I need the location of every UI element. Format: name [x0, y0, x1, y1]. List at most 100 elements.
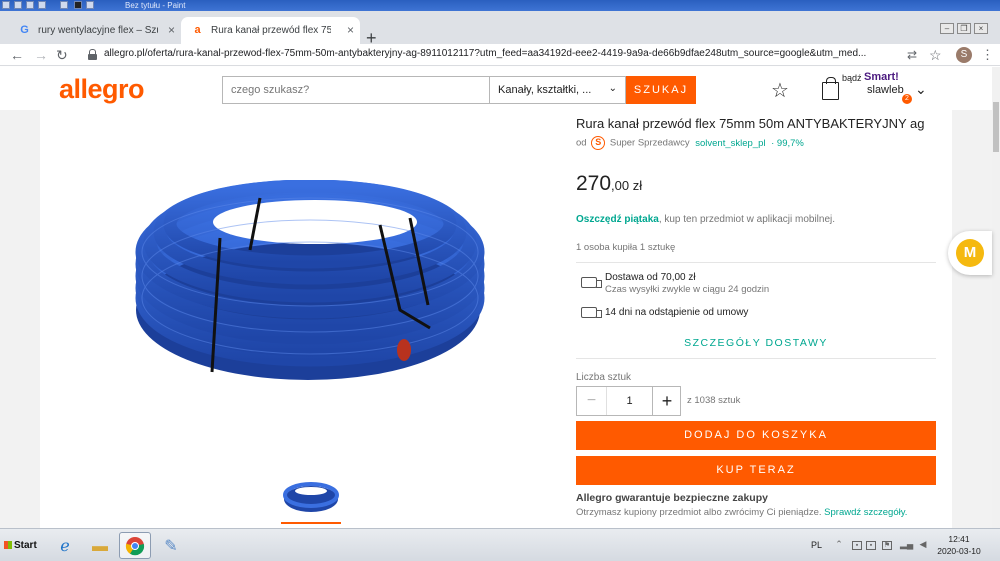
floating-assistant-badge[interactable]: M: [948, 231, 992, 275]
guarantee-description: Otrzymasz kupiony przedmiot albo zwrócim…: [576, 507, 822, 518]
scrollbar-thumb[interactable]: [993, 102, 999, 152]
delivery-truck-icon: [581, 277, 602, 288]
search-input[interactable]: czego szukasz?: [222, 76, 490, 104]
address-bar[interactable]: allegro.pl/oferta/rura-kanal-przewod-fle…: [80, 45, 950, 65]
tab-google-search[interactable]: G rury wentylacyjne flex – Szukaj w Go ×: [8, 17, 181, 44]
username[interactable]: slawleb: [867, 84, 904, 96]
guarantee-details-link[interactable]: Sprawdź szczegóły.: [824, 507, 907, 518]
delivery-details-link[interactable]: SZCZEGÓŁY DOSTAWY: [576, 337, 936, 349]
price-fraction: ,00 zł: [611, 178, 643, 193]
super-seller-label: Super Sprzedawcy: [609, 137, 690, 149]
quantity-stepper: − 1 +: [576, 386, 681, 416]
quantity-available: z 1038 sztuk: [687, 395, 741, 406]
divider: [576, 358, 936, 359]
action-center-icon[interactable]: ⚑: [882, 541, 892, 550]
internet-explorer-icon[interactable]: ℯ: [49, 532, 81, 559]
site-header: allegro czego szukasz? Kanały, kształtki…: [0, 67, 992, 110]
quantity-input[interactable]: 1: [607, 387, 652, 415]
seller-info: od S Super Sprzedawcy solvent_sklep_pl ·…: [576, 136, 804, 150]
cart-bag-icon[interactable]: [822, 77, 839, 100]
reload-icon[interactable]: ↻: [56, 46, 68, 64]
allegro-logo[interactable]: allegro: [59, 74, 145, 105]
restore-button[interactable]: ❐: [957, 23, 971, 34]
tray-app-icon[interactable]: ▪: [852, 541, 862, 550]
network-signal-icon[interactable]: ▂▄: [900, 540, 913, 550]
chevron-down-icon[interactable]: ⌄: [915, 81, 927, 98]
guarantee-title: Allegro gwarantuje bezpieczne zakupy: [576, 492, 768, 504]
close-tab-icon[interactable]: ×: [347, 17, 354, 44]
windows-taskbar: Start ℯ ▬ ✎ PL ⌃ ▪ ▪ ⚑ ▂▄ ◀ 12:41 2020-0…: [0, 528, 1000, 561]
translate-icon[interactable]: ⇄: [907, 47, 917, 63]
quick-access-icon[interactable]: [86, 1, 94, 9]
offer-price: 270,00 zł: [576, 172, 642, 196]
promo-text: , kup ten przedmiot w aplikacji mobilnej…: [658, 214, 836, 225]
volume-icon[interactable]: ◀: [918, 540, 928, 550]
close-tab-icon[interactable]: ×: [168, 17, 175, 44]
lock-icon: [88, 49, 97, 60]
price-main: 270: [576, 172, 612, 195]
seller-prefix: od: [576, 137, 587, 149]
page-scrollbar[interactable]: [992, 67, 1000, 528]
tab-allegro-offer[interactable]: a Rura kanał przewód flex 75mm 50m ×: [181, 17, 360, 44]
super-seller-icon: S: [591, 136, 606, 150]
menu-kebab-icon[interactable]: ⋮: [981, 47, 994, 63]
tab-label: rury wentylacyjne flex – Szukaj w Go: [38, 25, 158, 36]
promo-link[interactable]: Oszczędź piątaka: [576, 214, 659, 225]
seller-name-link[interactable]: solvent_sklep_pl: [695, 138, 765, 149]
save-icon[interactable]: [14, 1, 22, 9]
start-button[interactable]: Start: [0, 532, 40, 559]
search-button[interactable]: SZUKAJ: [626, 76, 696, 104]
smart-link[interactable]: Smart!: [864, 71, 899, 83]
language-indicator[interactable]: PL: [811, 540, 822, 550]
product-image[interactable]: [130, 180, 490, 385]
product-thumbnail[interactable]: [283, 480, 339, 514]
file-explorer-icon[interactable]: ▬: [84, 532, 116, 559]
undo-icon[interactable]: [26, 1, 34, 9]
return-policy: 14 dni na odstąpienie od umowy: [605, 307, 749, 318]
quick-access-icon[interactable]: [60, 1, 68, 9]
clock-date: 2020-03-10: [937, 546, 981, 556]
return-truck-icon: [581, 307, 602, 318]
redo-icon[interactable]: [38, 1, 46, 9]
bookmark-star-icon[interactable]: ☆: [929, 47, 942, 63]
delivery-time: Czas wysyłki zwykle w ciągu 24 godzin: [605, 284, 770, 295]
buy-now-button[interactable]: KUP TERAZ: [576, 456, 936, 485]
system-clock[interactable]: 12:41 2020-03-10: [936, 533, 982, 557]
browser-toolbar: ← → ↻ allegro.pl/oferta/rura-kanal-przew…: [0, 44, 1000, 66]
notification-badge: 2: [902, 94, 912, 104]
category-select[interactable]: Kanały, kształtki, ... ⌄: [490, 76, 626, 104]
tab-label: Rura kanał przewód flex 75mm 50m: [211, 25, 331, 36]
thumbnail-active-indicator: [281, 522, 341, 524]
tray-app-icon[interactable]: ▪: [866, 541, 876, 550]
chrome-icon[interactable]: [119, 532, 151, 559]
forward-arrow-icon[interactable]: →: [34, 46, 48, 64]
m-logo-icon: M: [956, 239, 984, 267]
google-favicon-icon: G: [20, 24, 29, 36]
tab-strip: G rury wentylacyjne flex – Szukaj w Go ×…: [0, 11, 1000, 48]
increase-quantity-button[interactable]: +: [652, 387, 681, 415]
paint-title-bar: Bez tytułu - Paint: [0, 0, 1000, 11]
quantity-label: Liczba sztuk: [576, 372, 632, 383]
delivery-price: Dostawa od 70,00 zł: [605, 272, 696, 283]
chrome-logo-icon: [125, 537, 145, 556]
show-hidden-icons-icon[interactable]: ⌃: [834, 540, 844, 550]
purchase-count: 1 osoba kupiła 1 sztukę: [576, 242, 676, 253]
watchlist-star-icon[interactable]: ☆: [771, 78, 789, 103]
decrease-quantity-button[interactable]: −: [577, 387, 607, 415]
profile-avatar[interactable]: S: [956, 47, 972, 63]
app-promo: Oszczędź piątaka, kup ten przedmiot w ap…: [576, 214, 835, 225]
add-to-cart-button[interactable]: DODAJ DO KOSZYKA: [576, 421, 936, 450]
back-arrow-icon[interactable]: ←: [10, 46, 24, 64]
paint-icon[interactable]: ✎: [155, 532, 187, 559]
color-icon[interactable]: [74, 1, 82, 9]
smart-prefix: bądź: [842, 73, 862, 83]
category-select-value: Kanały, kształtki, ...: [498, 84, 592, 96]
minimize-button[interactable]: –: [940, 23, 954, 34]
close-window-button[interactable]: ×: [974, 23, 988, 34]
chevron-down-icon: ⌄: [608, 83, 617, 94]
url-text: allegro.pl/oferta/rura-kanal-przewod-fle…: [104, 48, 867, 59]
screen: Bez tytułu - Paint G rury wentylacyjne f…: [0, 0, 1000, 561]
seller-rating: · 99,7%: [771, 137, 804, 149]
divider: [576, 262, 936, 263]
paint-window-title: Bez tytułu - Paint: [125, 1, 186, 10]
